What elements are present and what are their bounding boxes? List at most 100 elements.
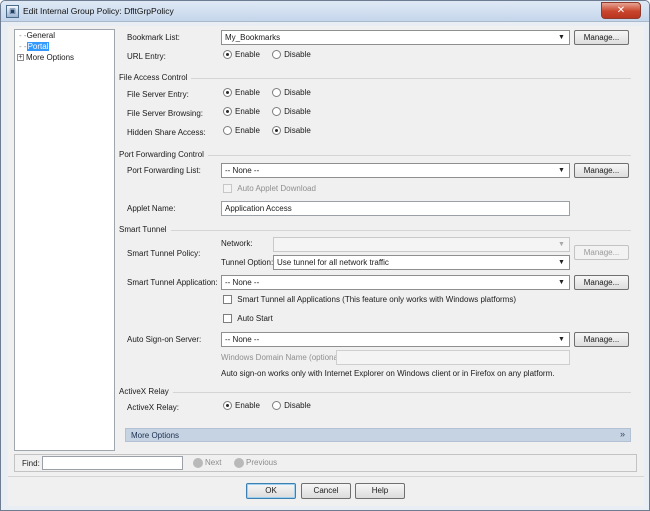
- applet-name-value: Application Access: [225, 204, 292, 213]
- disable-label: Disable: [284, 126, 311, 136]
- url-entry-disable-radio[interactable]: [272, 50, 282, 60]
- hidden-share-enable-radio[interactable]: [223, 126, 232, 136]
- file-server-browsing-enable-radio[interactable]: [223, 107, 232, 117]
- tree-item-general[interactable]: - -General: [19, 31, 55, 40]
- tree-item-portal[interactable]: - -Portal: [19, 42, 50, 51]
- activex-relay-radio-group: Enable Disable: [223, 401, 321, 411]
- file-server-browsing-radio-group: Enable Disable: [223, 107, 321, 117]
- smart-tunnel-policy-manage-button[interactable]: Manage...: [574, 245, 629, 260]
- windows-domain-name-input[interactable]: [336, 350, 570, 365]
- more-options-bar[interactable]: More Options »: [125, 428, 631, 442]
- find-bar: Find: Next Previous: [14, 454, 637, 472]
- bookmark-manage-button[interactable]: Manage...: [574, 30, 629, 45]
- smart-tunnel-application-label: Smart Tunnel Application:: [127, 278, 218, 287]
- smart-tunnel-application-select[interactable]: -- None -- ▼: [221, 275, 570, 290]
- port-forwarding-list-label: Port Forwarding List:: [127, 166, 201, 175]
- network-label: Network:: [221, 239, 253, 248]
- previous-icon: [234, 458, 244, 468]
- cancel-button[interactable]: Cancel: [301, 483, 351, 499]
- hidden-share-access-label: Hidden Share Access:: [127, 128, 206, 137]
- windows-domain-name-label: Windows Domain Name (optional):: [221, 353, 345, 362]
- expand-icon[interactable]: +: [17, 54, 24, 62]
- section-divider: [119, 78, 631, 79]
- auto-signon-server-label: Auto Sign-on Server:: [127, 335, 202, 344]
- url-entry-radio-group: Enable Disable: [223, 50, 321, 60]
- auto-start-checkbox[interactable]: Auto Start: [223, 314, 273, 324]
- find-previous-label: Previous: [246, 458, 278, 468]
- button-divider: [8, 476, 644, 477]
- file-server-browsing-disable-radio[interactable]: [272, 107, 282, 117]
- close-button[interactable]: ✕: [601, 2, 641, 19]
- disable-label: Disable: [284, 107, 311, 117]
- enable-label: Enable: [235, 107, 260, 117]
- auto-signon-server-value: -- None --: [225, 335, 260, 344]
- smart-tunnel-all-apps-label: Smart Tunnel all Applications (This feat…: [237, 295, 517, 305]
- enable-label: Enable: [235, 401, 260, 411]
- section-title: File Access Control: [119, 73, 192, 82]
- smart-tunnel-section: Smart Tunnel: [119, 225, 631, 235]
- help-button[interactable]: Help: [355, 483, 405, 499]
- applet-name-input[interactable]: Application Access: [221, 201, 570, 216]
- dropdown-arrow-icon: ▼: [558, 167, 565, 174]
- hidden-share-access-radio-group: Enable Disable: [223, 126, 321, 136]
- tunnel-option-value: Use tunnel for all network traffic: [277, 258, 389, 267]
- auto-signon-manage-button[interactable]: Manage...: [574, 332, 629, 347]
- next-icon: [193, 458, 203, 468]
- file-access-section: File Access Control: [119, 73, 631, 83]
- file-server-entry-radio-group: Enable Disable: [223, 88, 321, 98]
- bookmark-list-label: Bookmark List:: [127, 33, 180, 42]
- dropdown-arrow-icon: ▼: [558, 259, 565, 266]
- more-options-label: More Options: [131, 431, 180, 440]
- smart-tunnel-policy-label: Smart Tunnel Policy:: [127, 249, 201, 258]
- file-server-browsing-label: File Server Browsing:: [127, 109, 204, 118]
- disable-label: Disable: [284, 50, 311, 60]
- file-server-entry-label: File Server Entry:: [127, 90, 189, 99]
- network-select[interactable]: ▼: [273, 237, 570, 252]
- dropdown-arrow-icon: ▼: [558, 279, 565, 286]
- tunnel-option-label: Tunnel Option:: [221, 258, 274, 267]
- hidden-share-disable-radio[interactable]: [272, 126, 282, 136]
- section-divider: [119, 392, 631, 393]
- tree-connector: - -: [19, 42, 27, 51]
- tunnel-option-select[interactable]: Use tunnel for all network traffic ▼: [273, 255, 570, 270]
- disable-label: Disable: [284, 88, 311, 98]
- auto-applet-download-checkbox[interactable]: Auto Applet Download: [223, 184, 316, 194]
- smart-tunnel-application-manage-button[interactable]: Manage...: [574, 275, 629, 290]
- checkbox-box: [223, 295, 232, 305]
- checkbox-box: [223, 184, 232, 194]
- section-divider: [119, 230, 631, 231]
- expand-chevron-icon[interactable]: »: [620, 429, 625, 439]
- url-entry-label: URL Entry:: [127, 52, 166, 61]
- find-input[interactable]: [42, 456, 183, 470]
- applet-name-label: Applet Name:: [127, 204, 176, 213]
- find-label: Find:: [22, 459, 40, 468]
- checkbox-box: [223, 314, 232, 324]
- port-forwarding-manage-button[interactable]: Manage...: [574, 163, 629, 178]
- dialog-window: ▣ Edit Internal Group Policy: DfltGrpPol…: [0, 0, 650, 511]
- activex-disable-radio[interactable]: [272, 401, 282, 411]
- dialog-body: - -General - -Portal + More Options Bookm…: [8, 26, 644, 506]
- auto-start-label: Auto Start: [237, 314, 273, 324]
- url-entry-enable-radio[interactable]: [223, 50, 232, 60]
- file-server-entry-disable-radio[interactable]: [272, 88, 282, 98]
- tree-item-more-options[interactable]: + More Options: [17, 53, 74, 62]
- bookmark-list-value: My_Bookmarks: [225, 33, 281, 42]
- find-previous-button[interactable]: Previous: [234, 458, 277, 468]
- activex-relay-label: ActiveX Relay:: [127, 403, 180, 412]
- smart-tunnel-all-apps-checkbox[interactable]: Smart Tunnel all Applications (This feat…: [223, 295, 517, 305]
- disable-label: Disable: [284, 401, 311, 411]
- app-icon: ▣: [6, 5, 19, 18]
- auto-applet-download-label: Auto Applet Download: [237, 184, 316, 194]
- auto-signon-server-select[interactable]: -- None -- ▼: [221, 332, 570, 347]
- find-next-button[interactable]: Next: [193, 458, 221, 468]
- dropdown-arrow-icon: ▼: [558, 34, 565, 41]
- port-forwarding-section: Port Forwarding Control: [119, 150, 631, 160]
- enable-label: Enable: [235, 50, 260, 60]
- port-forwarding-list-value: -- None --: [225, 166, 260, 175]
- activex-enable-radio[interactable]: [223, 401, 232, 411]
- file-server-entry-enable-radio[interactable]: [223, 88, 232, 98]
- bookmark-list-select[interactable]: My_Bookmarks ▼: [221, 30, 570, 45]
- ok-button[interactable]: OK: [246, 483, 296, 499]
- port-forwarding-list-select[interactable]: -- None -- ▼: [221, 163, 570, 178]
- title-bar[interactable]: ▣ Edit Internal Group Policy: DfltGrpPol…: [1, 1, 649, 22]
